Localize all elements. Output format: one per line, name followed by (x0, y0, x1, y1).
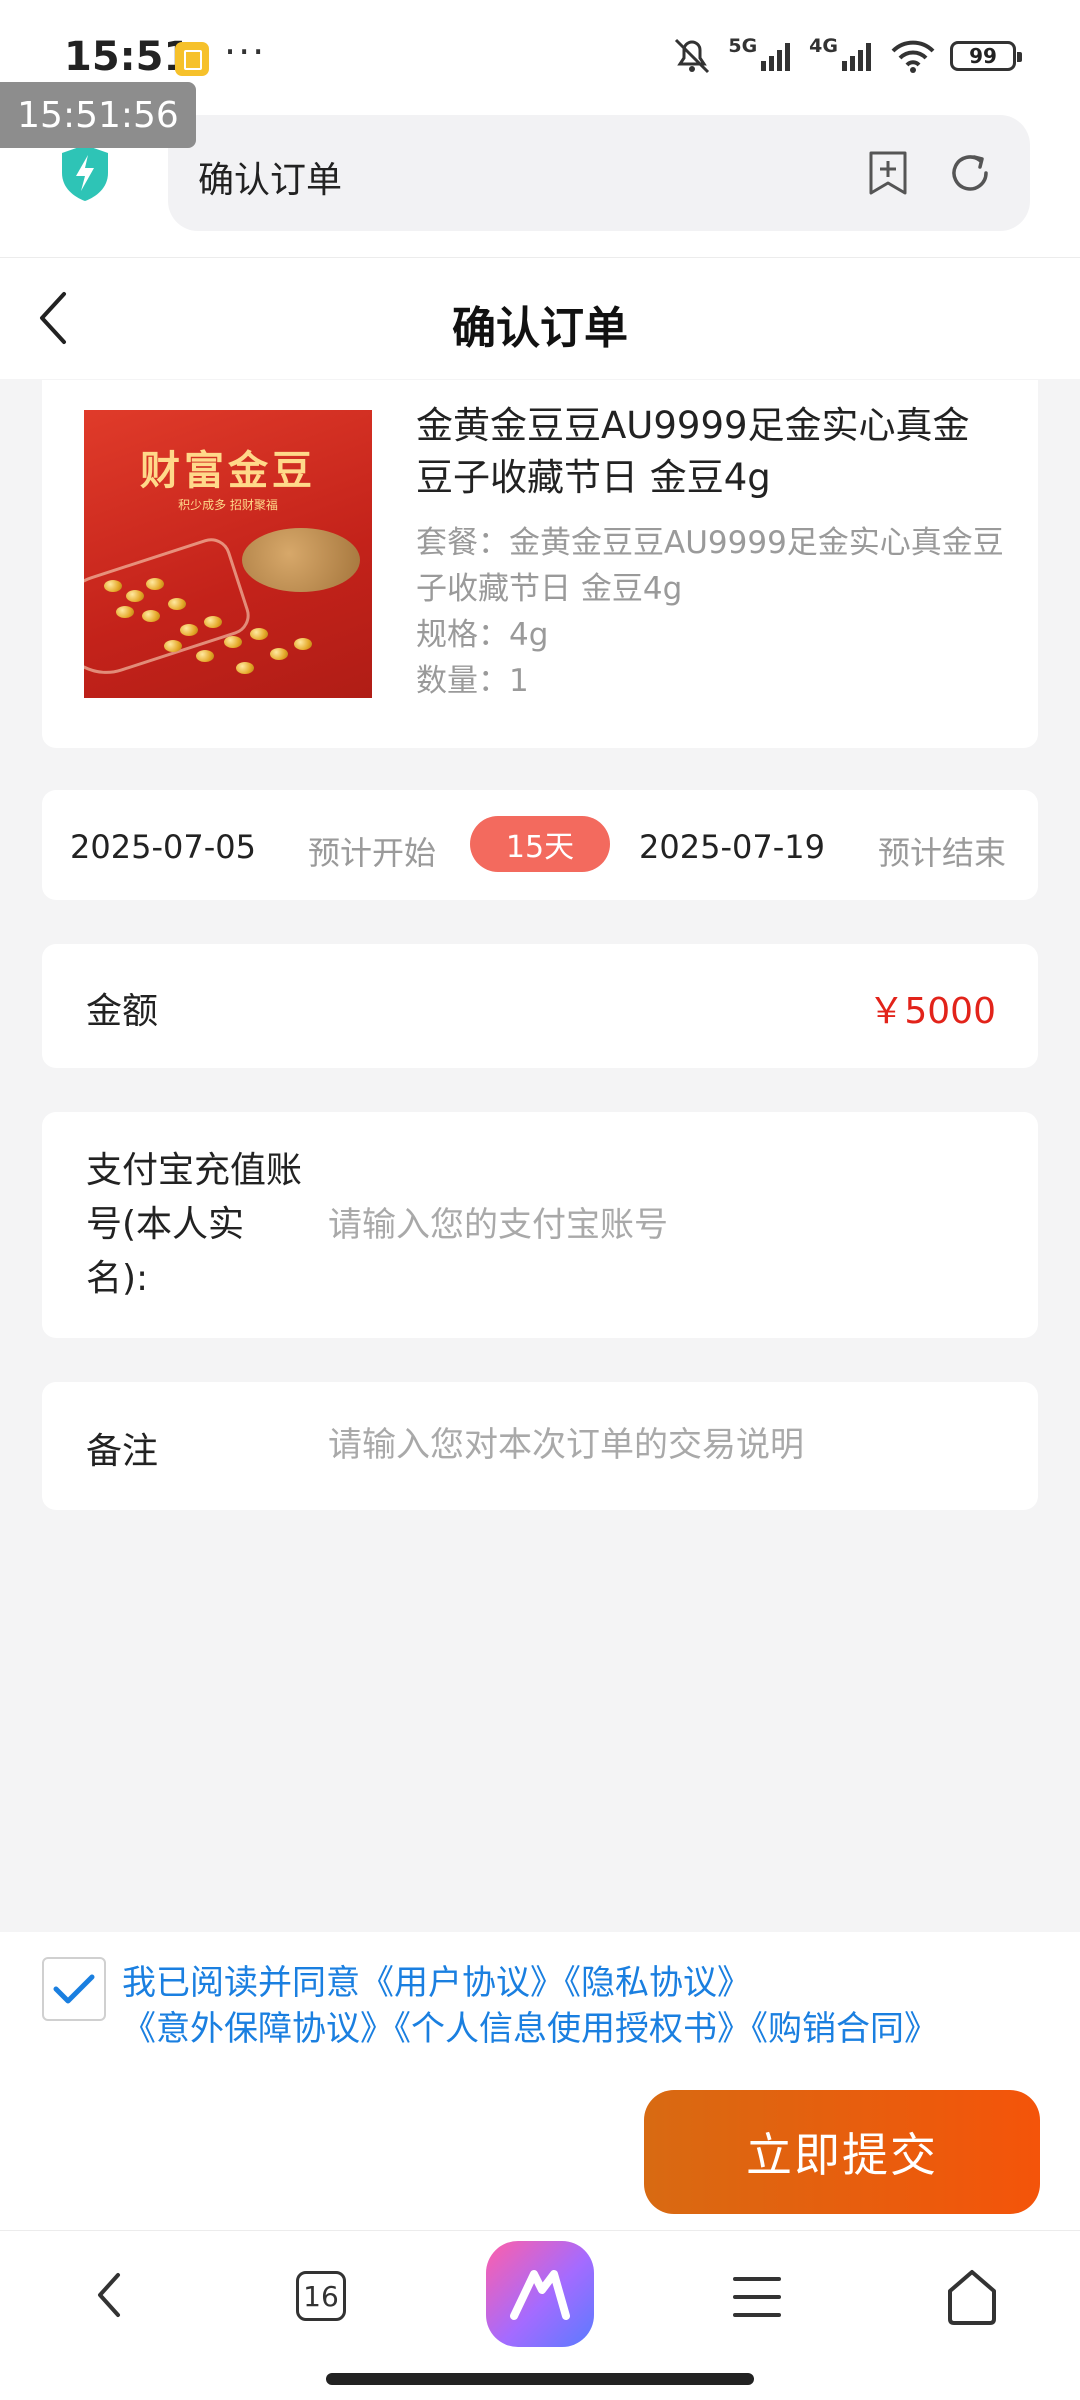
note-label: 备注 (86, 1431, 159, 1472)
mute-icon (675, 38, 710, 74)
status-indicators: 5G 4G 99 (670, 34, 1022, 78)
gold-bean (270, 648, 288, 660)
product-image[interactable]: 财富金豆 积少成多 招财聚福 (84, 410, 372, 698)
tab-count-button[interactable]: 16 (296, 2271, 346, 2321)
submit-button[interactable]: 立即提交 (644, 2090, 1040, 2214)
wifi-icon (891, 40, 935, 73)
amount-card: 金额 ￥5000 (42, 944, 1038, 1068)
product-card: 财富金豆 积少成多 招财聚福 金黄金豆豆AU9999足金实心真金豆子收藏节日 金… (42, 380, 1038, 748)
ai-assistant-button[interactable] (486, 2241, 594, 2347)
agreement-text: 我已阅读并同意《用户协议》《隐私协议》 《意外保障协议》《个人信息使用授权书》《… (122, 1960, 1052, 2052)
shield-icon[interactable] (58, 143, 112, 203)
address-bar-title: 确认订单 (198, 160, 343, 201)
gold-bean (236, 662, 254, 674)
menu-icon[interactable] (732, 2275, 782, 2319)
privacy-agreement-link[interactable]: 《隐私协议》 (564, 1963, 751, 2003)
agreement-checkbox[interactable] (42, 1957, 106, 2021)
gold-bean (146, 578, 164, 590)
notes-app-icon (175, 42, 209, 76)
browser-nav-bar: 16 (0, 2230, 1080, 2400)
note-card: 备注 (42, 1382, 1038, 1510)
accident-protection-link[interactable]: 《意外保障协议》 (122, 2009, 394, 2049)
product-spec: 规格：4g (416, 617, 549, 653)
battery-indicator: 99 (950, 41, 1022, 71)
page-title: 确认订单 (452, 303, 628, 354)
gold-bean (104, 580, 122, 592)
gold-bean (294, 638, 312, 650)
product-image-title: 财富金豆 (140, 447, 316, 494)
gold-bean (164, 640, 182, 652)
end-date: 2025-07-19 (639, 828, 825, 866)
end-date-label: 预计结束 (878, 834, 1007, 872)
personal-info-authorization-link[interactable]: 《个人信息使用授权书》 (394, 2009, 751, 2049)
product-quantity: 数量：1 (416, 663, 529, 699)
signal-icon (842, 43, 871, 71)
gold-bean (116, 606, 134, 618)
add-bookmark-icon[interactable] (866, 149, 910, 197)
time-overlay: 15:51:56 (0, 82, 196, 148)
amount-label: 金额 (86, 991, 159, 1032)
gold-bean (168, 598, 186, 610)
gold-bean (204, 616, 222, 628)
cork-shape (242, 528, 360, 592)
glass-jar-shape (84, 533, 255, 687)
address-bar[interactable]: 确认订单 (168, 115, 1030, 231)
gold-bean (250, 628, 268, 640)
duration-badge: 15天 (470, 816, 610, 872)
product-package: 套餐：金黄金豆豆AU9999足金实心真金豆子收藏节日 金豆4g (416, 525, 1004, 607)
gold-bean (180, 624, 198, 636)
gold-bean (142, 610, 160, 622)
gold-bean (196, 650, 214, 662)
alipay-account-card: 支付宝充值账号(本人实名): (42, 1112, 1038, 1338)
rental-period-card: 2025-07-05 预计开始 15天 2025-07-19 预计结束 (42, 790, 1038, 900)
refresh-icon[interactable] (946, 149, 994, 197)
amount-value: ￥5000 (868, 991, 996, 1032)
network-5g-label: 5G (728, 35, 758, 57)
nav-back-icon[interactable] (88, 2265, 128, 2325)
gold-bean (224, 636, 242, 648)
agreement-prefix[interactable]: 我已阅读并同意 (122, 1963, 360, 2003)
signal-icon (761, 43, 791, 71)
alipay-account-input[interactable] (328, 1200, 1008, 1250)
product-meta: 套餐：金黄金豆豆AU9999足金实心真金豆子收藏节日 金豆4g 规格：4g 数量… (416, 520, 1006, 704)
checkmark-icon (53, 1974, 95, 2004)
home-icon[interactable] (944, 2267, 1000, 2327)
network-4g-label: 4G (809, 35, 838, 57)
start-date-label: 预计开始 (308, 834, 437, 872)
ai-logo-icon (510, 2270, 570, 2320)
bottom-action-panel: 我已阅读并同意《用户协议》《隐私协议》 《意外保障协议》《个人信息使用授权书》《… (0, 1932, 1080, 2230)
page-header: 确认订单 (0, 257, 1080, 379)
gesture-home-bar[interactable] (326, 2373, 754, 2385)
note-input[interactable] (328, 1420, 1008, 1470)
product-name[interactable]: 金黄金豆豆AU9999足金实心真金豆子收藏节日 金豆4g (416, 400, 1006, 504)
product-image-subtitle: 积少成多 招财聚福 (178, 498, 278, 512)
more-notifications-icon: ··· (224, 30, 267, 74)
alipay-account-label: 支付宝充值账号(本人实名): (86, 1150, 303, 1299)
sales-contract-link[interactable]: 《购销合同》 (751, 2009, 938, 2049)
status-time: 15:51 (64, 34, 192, 80)
user-agreement-link[interactable]: 《用户协议》 (360, 1963, 564, 2003)
gold-bean (126, 590, 144, 602)
start-date: 2025-07-05 (70, 828, 256, 866)
